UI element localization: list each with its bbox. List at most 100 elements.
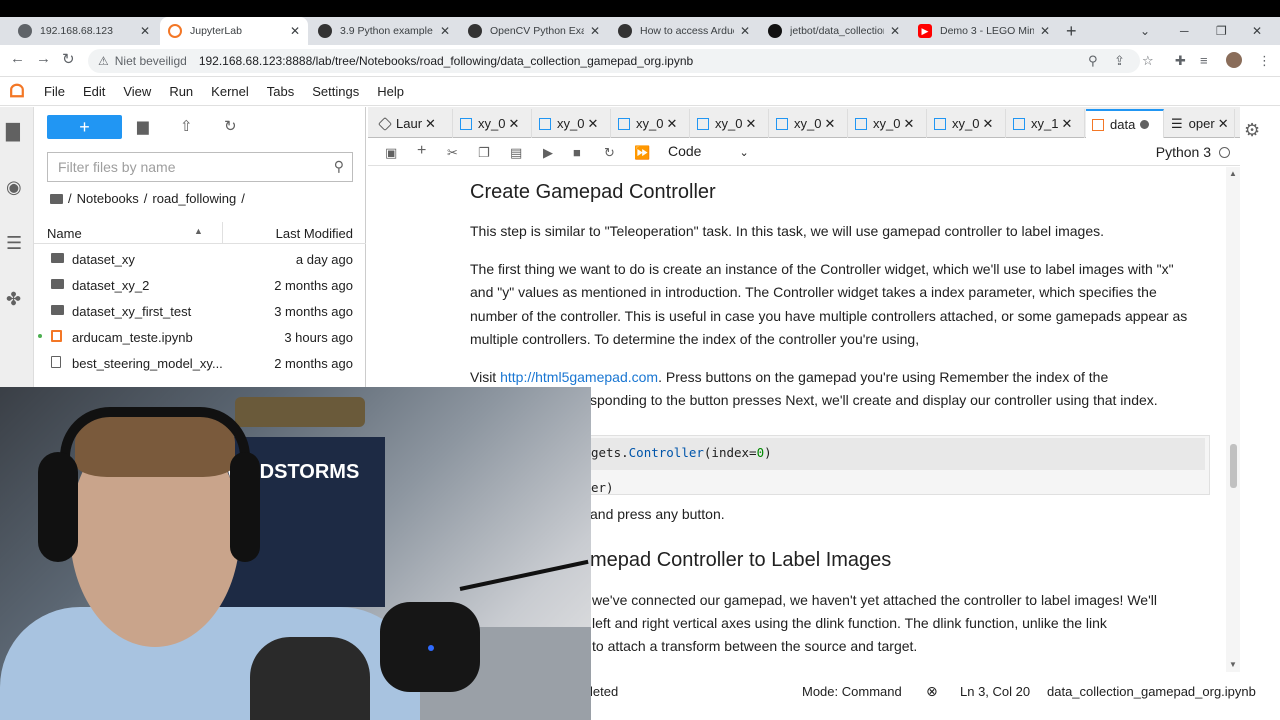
browser-tab[interactable]: 192.168.68.123 ✕ [10,17,158,45]
save-icon[interactable]: ▣ [385,145,397,161]
tab-image[interactable]: xy_0 ✕ [612,109,690,138]
tab-editor[interactable]: Laur ✕ [374,109,453,138]
column-name[interactable]: Name [47,226,82,241]
close-icon[interactable]: ✕ [425,116,436,132]
close-tab-icon[interactable]: ✕ [740,24,750,38]
file-row[interactable]: best_steering_model_xy... 2 months ago [34,350,366,376]
new-tab-button[interactable]: + [1066,17,1077,45]
home-folder-icon[interactable] [50,193,63,204]
scroll-up-icon[interactable]: ▲ [1229,169,1237,178]
filter-files-input[interactable]: Filter files by name ⚲ [47,152,353,182]
close-icon[interactable]: ✕ [587,116,598,132]
status-cursor-position[interactable]: Ln 3, Col 20 [960,684,1030,699]
new-launcher-button[interactable]: + [47,115,122,139]
back-icon[interactable]: ← [10,50,25,67]
commands-icon[interactable]: ☰ [6,233,22,254]
fast-forward-icon[interactable]: ⏩ [634,145,650,161]
close-icon[interactable]: ✕ [508,116,519,132]
cell-type-select[interactable]: Code ⌄ [668,143,749,159]
browser-tab[interactable]: How to access Arducam ✕ [610,17,758,45]
menu-view[interactable]: View [123,84,151,99]
close-tab-icon[interactable]: ✕ [440,24,450,38]
tab-image[interactable]: xy_0 ✕ [454,109,532,138]
close-icon[interactable]: ✕ [824,116,835,132]
close-tab-icon[interactable]: ✕ [290,24,300,38]
html5gamepad-link[interactable]: http://html5gamepad.com [500,369,658,385]
maximize-icon[interactable]: ❐ [1216,17,1227,45]
breadcrumb-notebooks[interactable]: Notebooks [77,191,139,206]
close-icon[interactable]: ✕ [1218,116,1229,132]
tab-text[interactable]: ☰ oper ✕ [1165,109,1235,138]
profile-avatar[interactable] [1226,52,1242,68]
close-tab-icon[interactable]: ✕ [1040,24,1050,38]
media-icon[interactable]: ≡ [1200,53,1208,68]
menu-kernel[interactable]: Kernel [211,84,249,99]
menu-run[interactable]: Run [169,84,193,99]
tab-search-icon[interactable]: ⌄ [1140,17,1150,45]
close-tab-icon[interactable]: ✕ [890,24,900,38]
stop-icon[interactable]: ■ [573,145,581,160]
kernel-indicator[interactable]: Python 3 [1156,144,1230,160]
browser-menu-icon[interactable]: ⋮ [1258,53,1271,69]
copy-icon[interactable]: ❐ [478,145,490,161]
new-folder-icon[interactable]: ▆ [137,117,149,135]
unsaved-dot-icon[interactable] [1140,120,1150,129]
vertical-scrollbar[interactable]: ▲ ▼ [1226,167,1240,672]
close-icon[interactable]: ✕ [745,116,756,132]
notification-icon[interactable]: ⊗ [926,683,938,700]
file-row[interactable]: arducam_teste.ipynb 3 hours ago [34,324,366,350]
file-row[interactable]: dataset_xy a day ago [34,246,366,272]
forward-icon[interactable]: → [36,50,51,67]
restart-icon[interactable]: ↻ [604,145,615,161]
reload-icon[interactable]: ↻ [62,50,75,68]
menu-tabs[interactable]: Tabs [267,84,294,99]
menu-file[interactable]: File [44,84,65,99]
file-row[interactable]: dataset_xy_2 2 months ago [34,272,366,298]
column-last-modified[interactable]: Last Modified [276,226,353,241]
sort-ascending-icon[interactable]: ▲ [194,226,203,236]
tab-image[interactable]: xy_0 ✕ [770,109,848,138]
window-close-icon[interactable]: ✕ [1252,17,1262,45]
file-row[interactable]: dataset_xy_first_test 3 months ago [34,298,366,324]
property-inspector-gear-icon[interactable]: ⚙ [1244,120,1260,141]
breadcrumb-road-following[interactable]: road_following [152,191,236,206]
close-tab-icon[interactable]: ✕ [590,24,600,38]
minimize-icon[interactable]: ─ [1180,17,1189,45]
browser-tab[interactable]: jetbot/data_collection ✕ [760,17,908,45]
menu-edit[interactable]: Edit [83,84,105,99]
close-icon[interactable]: ✕ [982,116,993,132]
extension-puzzle-icon[interactable]: ✤ [6,289,21,310]
tab-image[interactable]: xy_0 ✕ [849,109,927,138]
url-field[interactable]: ⚠ Niet beveiligd 192.168.68.123:8888/lab… [88,49,1140,73]
close-icon[interactable]: ✕ [666,116,677,132]
browser-tab[interactable]: 3.9 Python example - ✕ [310,17,458,45]
cut-icon[interactable]: ✂ [447,145,458,161]
extensions-icon[interactable]: ✚ [1175,53,1186,69]
close-tab-icon[interactable]: ✕ [140,24,150,38]
browser-tab-active[interactable]: JupyterLab ✕ [160,17,308,45]
running-icon[interactable]: ◉ [6,177,22,198]
tab-image[interactable]: xy_0 ✕ [691,109,769,138]
scrollbar-thumb[interactable] [1230,444,1237,488]
bookmark-star-icon[interactable]: ☆ [1142,53,1154,69]
close-icon[interactable]: ✕ [1061,116,1072,132]
paste-icon[interactable]: ▤ [510,145,522,161]
upload-icon[interactable]: ⇧ [180,117,193,135]
browser-tab[interactable]: ▶ Demo 3 - LEGO Mind ✕ [910,17,1058,45]
tab-image[interactable]: xy_0 ✕ [928,109,1006,138]
scroll-down-icon[interactable]: ▼ [1229,660,1237,669]
menu-settings[interactable]: Settings [312,84,359,99]
tab-notebook-active[interactable]: data [1086,109,1164,138]
refresh-icon[interactable]: ↻ [224,117,237,135]
close-icon[interactable]: ✕ [903,116,914,132]
code-cell-editor[interactable]: gets.Controller(index=0) er) [586,435,1210,495]
folder-icon[interactable]: ▇ [6,121,20,142]
browser-tab[interactable]: OpenCV Python Exam ✕ [460,17,608,45]
zoom-icon[interactable]: ⚲ [1088,53,1098,69]
run-icon[interactable]: ▶ [543,145,553,161]
tab-image[interactable]: xy_0 ✕ [533,109,611,138]
tab-image[interactable]: xy_1 ✕ [1007,109,1085,138]
status-mode[interactable]: Mode: Command [802,684,902,699]
insert-cell-icon[interactable]: + [417,142,426,160]
share-icon[interactable]: ⇪ [1114,53,1125,69]
